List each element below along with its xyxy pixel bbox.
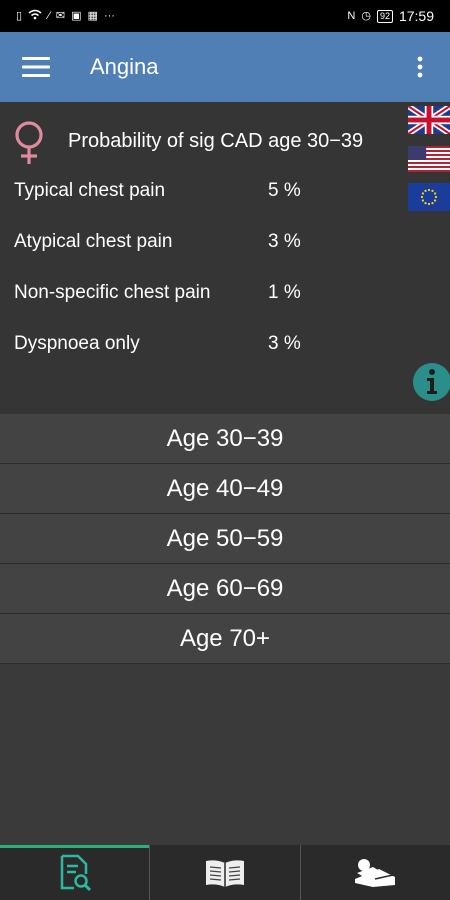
age-option-40-49[interactable]: Age 40−49 bbox=[0, 464, 450, 514]
status-bar: ▯ ⁄ ✉ ▣ ▦ ··· N ◷ 92 17:59 bbox=[0, 0, 450, 32]
battery-icon: 92 bbox=[376, 9, 393, 23]
alarm-icon: ◷ bbox=[361, 10, 371, 22]
age-list: Age 30−39 Age 40−49 Age 50−59 Age 60−69 … bbox=[0, 414, 450, 664]
sim-icon: ▯ bbox=[16, 10, 23, 22]
book-icon bbox=[205, 859, 244, 887]
bottom-nav bbox=[0, 845, 450, 900]
app-icon: ▦ bbox=[87, 10, 98, 22]
tab-calculator[interactable] bbox=[0, 845, 150, 900]
hamburger-icon bbox=[22, 57, 50, 77]
wifi-icon bbox=[28, 9, 42, 23]
tab-patient[interactable] bbox=[299, 845, 450, 900]
info-icon[interactable] bbox=[412, 362, 450, 402]
age-option-60-69[interactable]: Age 60−69 bbox=[0, 564, 450, 614]
row-label-dyspnoea: Dyspnoea only bbox=[14, 333, 140, 354]
row-label-atypical: Atypical chest pain bbox=[14, 231, 173, 252]
page-title: Angina bbox=[90, 54, 159, 79]
patient-bed-icon bbox=[355, 858, 396, 887]
row-label-typical: Typical chest pain bbox=[14, 180, 166, 201]
overflow-menu-button[interactable] bbox=[390, 32, 450, 102]
more-vertical-icon bbox=[417, 56, 423, 78]
data-icon: ⁄ bbox=[48, 10, 50, 22]
age-option-70-plus[interactable]: Age 70+ bbox=[0, 614, 450, 664]
row-value-dyspnoea: 3 % bbox=[268, 333, 301, 354]
uk-flag-icon[interactable] bbox=[408, 106, 450, 134]
notification-icon: ✉ bbox=[55, 10, 66, 22]
menu-button[interactable] bbox=[0, 32, 72, 102]
row-value-atypical: 3 % bbox=[268, 231, 301, 252]
female-symbol-icon[interactable] bbox=[12, 120, 46, 166]
nfc-icon: N bbox=[347, 10, 356, 22]
status-time: 17:59 bbox=[398, 8, 434, 24]
us-flag-icon[interactable] bbox=[408, 146, 450, 172]
more-icon: ··· bbox=[103, 10, 115, 22]
age-option-30-39[interactable]: Age 30−39 bbox=[0, 414, 450, 464]
gallery-icon: ▣ bbox=[71, 10, 82, 22]
app-bar: Angina bbox=[0, 32, 450, 102]
row-value-typical: 5 % bbox=[268, 180, 301, 201]
tab-reference[interactable] bbox=[149, 845, 299, 900]
eu-flag-icon[interactable] bbox=[408, 183, 450, 211]
age-option-50-59[interactable]: Age 50−59 bbox=[0, 514, 450, 564]
row-label-non-specific: Non-specific chest pain bbox=[14, 282, 211, 303]
document-search-icon bbox=[60, 854, 91, 891]
status-right-icons: N ◷ 92 17:59 bbox=[347, 8, 434, 24]
probability-title: Probability of sig CAD age 30−39 bbox=[68, 130, 364, 152]
status-left-icons: ▯ ⁄ ✉ ▣ ▦ ··· bbox=[16, 9, 115, 23]
row-value-non-specific: 1 % bbox=[268, 282, 301, 303]
